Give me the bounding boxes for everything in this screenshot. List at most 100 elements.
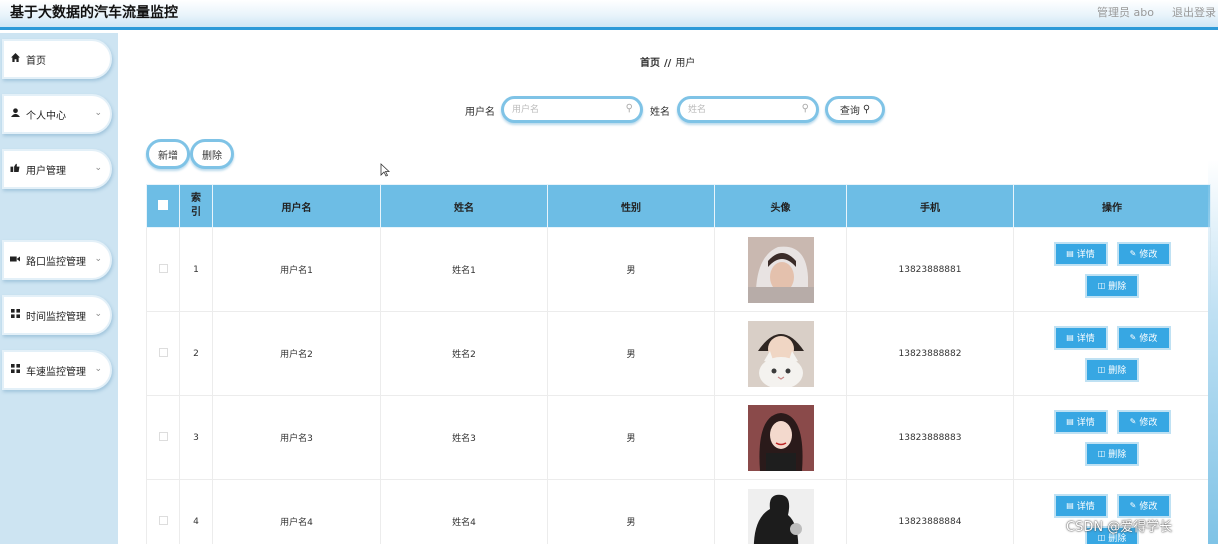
sidebar-item-label: 首页 — [26, 55, 46, 67]
grid-icon — [10, 364, 20, 376]
column-header-actions: 操作 — [1013, 184, 1211, 228]
table-row: 2 用户名2 姓名2 男 13823888882 ▤ 详情 ✎ 修改 ◫ 删除 — [146, 311, 1211, 396]
detail-button[interactable]: ▤ 详情 — [1053, 241, 1108, 266]
detail-button[interactable]: ▤ 详情 — [1053, 493, 1108, 518]
delete-button-label: 删除 — [1108, 450, 1127, 460]
sidebar-item-label: 时间监控管理 — [26, 311, 86, 323]
table-row: 3 用户名3 姓名3 男 13823888883 ▤ 详情 ✎ 修改 ◫ 删除 — [146, 395, 1211, 480]
camera-icon — [10, 255, 20, 266]
detail-button-label: 详情 — [1076, 418, 1095, 428]
sidebar-item-user-management[interactable]: 用户管理 ⌄ — [2, 149, 112, 189]
delete-button[interactable]: ◫ 删除 — [1085, 441, 1139, 466]
row-checkbox[interactable] — [158, 431, 168, 441]
batch-delete-button-label: 删除 — [202, 150, 222, 162]
row-select-cell — [146, 311, 180, 396]
sidebar-item-intersection-monitor[interactable]: 路口监控管理 ⌄ — [2, 240, 112, 280]
chevron-down-icon: ⌄ — [94, 108, 102, 118]
cell-username: 用户名3 — [212, 395, 381, 480]
cell-actions: ▤ 详情 ✎ 修改 ◫ 删除 — [1013, 227, 1211, 312]
user-manage-icon — [10, 163, 20, 175]
edit-icon: ✎ — [1129, 417, 1137, 426]
delete-button-label: 删除 — [1108, 282, 1127, 292]
logout-link[interactable]: 退出登录 — [1172, 4, 1216, 20]
delete-button[interactable]: ◫ 删除 — [1085, 357, 1139, 382]
cell-name: 姓名1 — [380, 227, 548, 312]
breadcrumb-current: 用户 — [675, 58, 696, 69]
username-search-label: 用户名 — [465, 107, 495, 118]
cell-actions: ▤ 详情 ✎ 修改 ◫ 删除 — [1013, 395, 1211, 480]
edit-button[interactable]: ✎ 修改 — [1116, 409, 1171, 434]
username-search-input[interactable] — [504, 99, 614, 120]
column-header-index: 索引 — [179, 184, 213, 228]
query-button[interactable]: 查询 ⚲ — [825, 96, 885, 123]
chevron-down-icon: ⌄ — [94, 364, 102, 374]
add-button[interactable]: 新增 — [146, 139, 190, 169]
detail-button-label: 详情 — [1076, 502, 1095, 512]
table-row: 1 用户名1 姓名1 男 13823888881 ▤ 详情 ✎ 修改 ◫ 删除 — [146, 227, 1211, 312]
column-header-phone: 手机 — [846, 184, 1014, 228]
cell-avatar — [714, 311, 847, 396]
sidebar-item-label: 用户管理 — [26, 165, 66, 177]
sidebar-item-personal-center[interactable]: 个人中心 ⌄ — [2, 94, 112, 134]
edit-button-label: 修改 — [1139, 334, 1158, 344]
cell-username: 用户名4 — [212, 479, 381, 544]
grid-icon — [10, 309, 20, 321]
row-select-cell — [146, 227, 180, 312]
search-icon: ⚲ — [801, 103, 809, 114]
detail-button[interactable]: ▤ 详情 — [1053, 409, 1108, 434]
cell-gender: 男 — [547, 227, 715, 312]
edit-icon: ✎ — [1129, 501, 1137, 510]
chevron-up-icon: ⌄ — [94, 163, 102, 173]
edit-button-label: 修改 — [1139, 418, 1158, 428]
cell-phone: 13823888882 — [846, 311, 1014, 396]
row-checkbox[interactable] — [158, 347, 168, 357]
mouse-cursor-icon — [380, 163, 390, 177]
avatar — [747, 404, 814, 471]
cell-phone: 13823888881 — [846, 227, 1014, 312]
breadcrumb-home[interactable]: 首页 — [640, 58, 660, 69]
batch-delete-button[interactable]: 删除 — [190, 139, 234, 169]
delete-button[interactable]: ◫ 删除 — [1085, 273, 1139, 298]
cell-name: 姓名3 — [380, 395, 548, 480]
user-table: 索引 用户名 姓名 性别 头像 手机 操作 1 用户名1 姓名1 男 13823… — [146, 184, 1211, 544]
search-icon: ⚲ — [862, 104, 871, 115]
cell-username: 用户名1 — [212, 227, 381, 312]
detail-icon: ▤ — [1066, 249, 1074, 258]
cell-avatar — [714, 395, 847, 480]
column-header-username: 用户名 — [212, 184, 381, 228]
row-checkbox[interactable] — [158, 263, 168, 273]
detail-button[interactable]: ▤ 详情 — [1053, 325, 1108, 350]
table-header-row: 索引 用户名 姓名 性别 头像 手机 操作 — [146, 184, 1211, 228]
edit-button[interactable]: ✎ 修改 — [1116, 241, 1171, 266]
row-select-cell — [146, 479, 180, 544]
row-checkbox[interactable] — [158, 515, 168, 525]
select-all-header — [146, 184, 180, 228]
column-header-avatar: 头像 — [714, 184, 847, 228]
admin-username: 管理员 abo — [1097, 6, 1154, 19]
cell-gender: 男 — [547, 311, 715, 396]
sidebar-item-home[interactable]: 首页 — [2, 39, 112, 79]
column-header-name: 姓名 — [380, 184, 548, 228]
sidebar: 首页 个人中心 ⌄ 用户管理 ⌄ 用户 路口监控管理 ⌄ 时间监控管理 ⌄ — [0, 33, 118, 544]
cell-index: 2 — [179, 311, 213, 396]
trash-icon: ◫ — [1097, 365, 1106, 374]
user-icon — [10, 108, 20, 120]
name-search-label: 姓名 — [650, 107, 670, 118]
breadcrumb-separator: // — [664, 58, 672, 69]
edit-button[interactable]: ✎ 修改 — [1116, 493, 1171, 518]
sidebar-item-label: 车速监控管理 — [26, 366, 86, 378]
detail-button-label: 详情 — [1076, 334, 1095, 344]
trash-icon: ◫ — [1097, 281, 1106, 290]
sidebar-item-label: 路口监控管理 — [26, 256, 86, 268]
detail-icon: ▤ — [1066, 501, 1074, 510]
name-search-input[interactable] — [680, 99, 790, 120]
detail-icon: ▤ — [1066, 417, 1074, 426]
select-all-checkbox[interactable] — [158, 199, 168, 210]
edit-button[interactable]: ✎ 修改 — [1116, 325, 1171, 350]
cell-avatar — [714, 479, 847, 544]
sidebar-item-time-monitor[interactable]: 时间监控管理 ⌄ — [2, 295, 112, 335]
decorative-edge — [1208, 160, 1218, 544]
cell-index: 3 — [179, 395, 213, 480]
cell-gender: 男 — [547, 395, 715, 480]
sidebar-item-speed-monitor[interactable]: 车速监控管理 ⌄ — [2, 350, 112, 390]
